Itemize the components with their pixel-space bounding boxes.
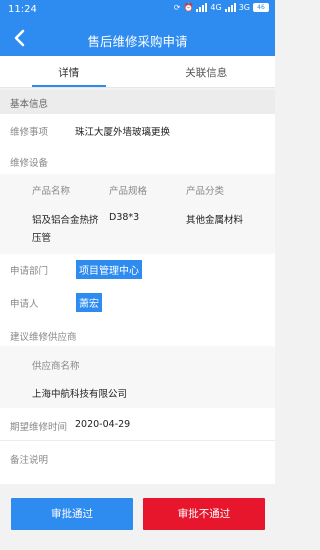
status-bar: 11:24 ⟳ ⏰ 4G 3G 46 bbox=[0, 0, 275, 20]
supplier-table: 供应商名称 上海中航科技有限公司 bbox=[0, 346, 275, 408]
battery-icon: 46 bbox=[253, 3, 269, 12]
divider bbox=[0, 440, 275, 441]
expected-time-label: 期望维修时间 bbox=[10, 422, 68, 433]
equipment-header-name: 产品名称 bbox=[32, 186, 71, 197]
equipment-table: 产品名称 产品规格 产品分类 铝及铝合金热挤 压管 D38*3 其他金属材料 bbox=[0, 174, 275, 254]
equipment-cell-spec: D38*3 bbox=[109, 212, 140, 223]
action-footer: 审批通过 审批不通过 bbox=[0, 484, 275, 550]
tab-bar: 详情 关联信息 bbox=[0, 56, 275, 88]
supplier-label: 建议维修供应商 bbox=[10, 332, 77, 343]
network-2-label: 3G bbox=[238, 3, 250, 12]
page-title: 售后维修采购申请 bbox=[87, 34, 188, 49]
signal-1-icon bbox=[196, 3, 208, 12]
approve-button[interactable]: 审批通过 bbox=[11, 498, 133, 530]
remark-label: 备注说明 bbox=[10, 455, 49, 466]
status-time: 11:24 bbox=[8, 4, 37, 15]
equipment-cell-category: 其他金属材料 bbox=[186, 215, 244, 226]
repair-equipment-label: 维修设备 bbox=[10, 158, 49, 169]
equipment-cell-name-wrap: 压管 bbox=[32, 233, 52, 244]
applicant-label: 申请人 bbox=[10, 299, 39, 310]
signal-2-icon bbox=[224, 3, 236, 12]
tab-related-info[interactable]: 关联信息 bbox=[138, 56, 276, 87]
department-label: 申请部门 bbox=[10, 266, 49, 277]
tab-details[interactable]: 详情 bbox=[0, 56, 138, 87]
supplier-cell-name: 上海中航科技有限公司 bbox=[32, 389, 128, 400]
repair-item-label: 维修事项 bbox=[10, 127, 49, 138]
reject-button[interactable]: 审批不通过 bbox=[143, 498, 265, 530]
applicant-tag: 萧宏 bbox=[76, 293, 102, 312]
alarm-icon: ⏰ bbox=[183, 3, 194, 12]
detail-content: 维修事项 珠江大厦外墙玻璃更换 维修设备 产品名称 产品规格 产品分类 铝及铝合… bbox=[0, 114, 275, 484]
supplier-header-name: 供应商名称 bbox=[32, 361, 80, 372]
sync-icon: ⟳ bbox=[173, 3, 181, 12]
network-1-label: 4G bbox=[210, 3, 222, 12]
expected-time-value: 2020-04-29 bbox=[75, 419, 131, 430]
status-icons: ⟳ ⏰ 4G 3G 46 bbox=[174, 3, 269, 12]
repair-item-value: 珠江大厦外墙玻璃更换 bbox=[75, 127, 171, 138]
equipment-cell-name: 铝及铝合金热挤 bbox=[32, 215, 99, 226]
nav-bar: 售后维修采购申请 bbox=[0, 20, 275, 56]
section-header-basic-info: 基本信息 bbox=[0, 90, 275, 114]
equipment-header-spec: 产品规格 bbox=[109, 186, 148, 197]
department-tag: 项目管理中心 bbox=[76, 260, 142, 279]
equipment-header-category: 产品分类 bbox=[186, 186, 225, 197]
